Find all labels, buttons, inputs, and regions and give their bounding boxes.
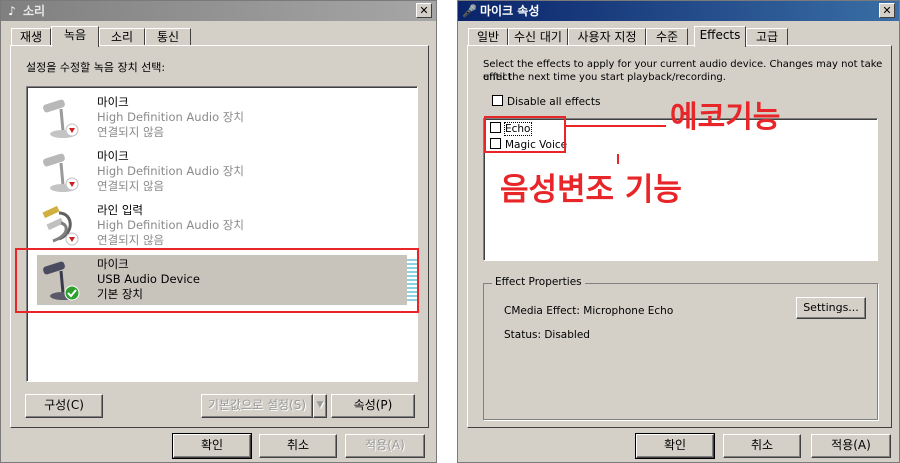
device-name: 마이크 — [97, 149, 129, 163]
chevron-down-icon: ▼ — [316, 400, 324, 410]
ok-button[interactable]: 확인 — [172, 433, 252, 459]
disable-all-effects-label: Disable all effects — [507, 96, 601, 108]
settings-button[interactable]: Settings... — [796, 297, 866, 319]
ok-button[interactable]: 확인 — [635, 433, 715, 459]
device-status: 기본 장치 — [97, 287, 143, 301]
configure-button[interactable]: 구성(C) — [25, 394, 103, 418]
set-default-dropdown[interactable]: ▼ — [313, 394, 327, 418]
tab-general[interactable]: 일반 — [468, 28, 508, 46]
close-button[interactable]: ✕ — [416, 3, 432, 18]
tab-effects[interactable]: Effects — [694, 26, 746, 47]
set-default-button[interactable]: 기본값으로 설정(S) — [201, 394, 313, 418]
device-name: 마이크 — [97, 95, 129, 109]
device-driver: High Definition Audio 장치 — [97, 110, 244, 124]
tab-communications[interactable]: 통신 — [145, 28, 191, 46]
effect-magic-voice-item[interactable]: Magic Voice — [490, 138, 567, 152]
sound-dialog: ♪ 소리 ✕ 재생 녹음 소리 통신 설정을 수정할 녹음 장치 선택: 마이크 — [0, 0, 437, 463]
recording-device-list[interactable]: 마이크 High Definition Audio 장치 연결되지 않음 마이크… — [26, 86, 419, 382]
tab-listen[interactable]: 수신 대기 — [508, 28, 568, 46]
properties-title-bar: 🎤 마이크 속성 ✕ — [458, 1, 899, 21]
apply-button[interactable]: 적용(A) — [811, 434, 891, 458]
effect-label: Echo — [504, 122, 532, 136]
tab-recording[interactable]: 녹음 — [51, 26, 99, 47]
microphone-properties-dialog: 🎤 마이크 속성 ✕ 일반 수신 대기 사용자 지정 수준 Effects 고급… — [457, 0, 900, 463]
list-item-selected[interactable]: 마이크 USB Audio Device 기본 장치 — [37, 255, 419, 305]
checkbox-icon[interactable] — [490, 138, 501, 149]
microphone-disconnected-icon — [43, 99, 79, 138]
microphone-default-icon — [43, 261, 80, 301]
speaker-icon: ♪ — [8, 4, 16, 18]
device-driver: High Definition Audio 장치 — [97, 164, 244, 178]
effect-name: CMedia Effect: Microphone Echo — [504, 305, 674, 317]
device-driver: USB Audio Device — [97, 272, 200, 286]
sound-title-bar: ♪ 소리 ✕ — [1, 1, 436, 21]
microphone-icon: 🎤 — [462, 4, 477, 18]
disable-all-effects-checkbox[interactable]: Disable all effects — [492, 95, 600, 109]
voice-change-annotation: 음성변조 기능 — [500, 172, 682, 208]
device-name: 라인 입력 — [97, 203, 143, 217]
properties-tabs: 일반 수신 대기 사용자 지정 수준 Effects 고급 — [468, 26, 889, 47]
list-item[interactable]: 마이크 High Definition Audio 장치 연결되지 않음 — [37, 93, 407, 143]
effect-properties-group: Effect Properties CMedia Effect: Microph… — [483, 276, 878, 420]
tab-advanced[interactable]: 고급 — [746, 28, 788, 46]
device-status: 연결되지 않음 — [97, 179, 165, 193]
checkbox-icon[interactable] — [492, 95, 503, 106]
cancel-button[interactable]: 취소 — [723, 434, 801, 458]
tab-custom[interactable]: 사용자 지정 — [568, 28, 646, 46]
sound-dialog-title: 소리 — [23, 4, 46, 18]
level-meter — [407, 259, 419, 301]
device-status: 연결되지 않음 — [97, 233, 165, 247]
tab-sounds[interactable]: 소리 — [99, 28, 145, 46]
cancel-button[interactable]: 취소 — [259, 434, 337, 458]
microphone-disconnected-icon — [43, 153, 79, 192]
tab-levels[interactable]: 수준 — [646, 28, 688, 46]
annotation-connector — [566, 125, 666, 164]
apply-button[interactable]: 적용(A) — [345, 434, 425, 458]
device-status: 연결되지 않음 — [97, 125, 165, 139]
close-button[interactable]: ✕ — [879, 3, 895, 18]
properties-button[interactable]: 속성(P) — [331, 394, 415, 418]
list-item[interactable]: 라인 입력 High Definition Audio 장치 연결되지 않음 — [37, 201, 407, 251]
effects-description-line-2: until the next time you start playback/r… — [483, 72, 726, 83]
line-in-disconnected-icon — [42, 205, 79, 246]
effect-status: Status: Disabled — [504, 329, 590, 341]
checkbox-icon[interactable] — [490, 122, 501, 133]
effect-properties-title: Effect Properties — [492, 276, 585, 288]
device-select-instruction: 설정을 수정할 녹음 장치 선택: — [26, 61, 166, 74]
recording-panel: 설정을 수정할 녹음 장치 선택: 마이크 High Definition Au… — [10, 45, 429, 428]
device-driver: High Definition Audio 장치 — [97, 218, 244, 232]
echo-annotation: 에코기능 — [670, 100, 781, 135]
device-name: 마이크 — [97, 257, 129, 271]
tab-playback[interactable]: 재생 — [11, 28, 51, 46]
list-item[interactable]: 마이크 High Definition Audio 장치 연결되지 않음 — [37, 147, 407, 197]
effect-echo-item[interactable]: Echo — [490, 122, 532, 136]
sound-tabs: 재생 녹음 소리 통신 — [11, 26, 426, 47]
properties-dialog-title: 마이크 속성 — [480, 4, 540, 18]
